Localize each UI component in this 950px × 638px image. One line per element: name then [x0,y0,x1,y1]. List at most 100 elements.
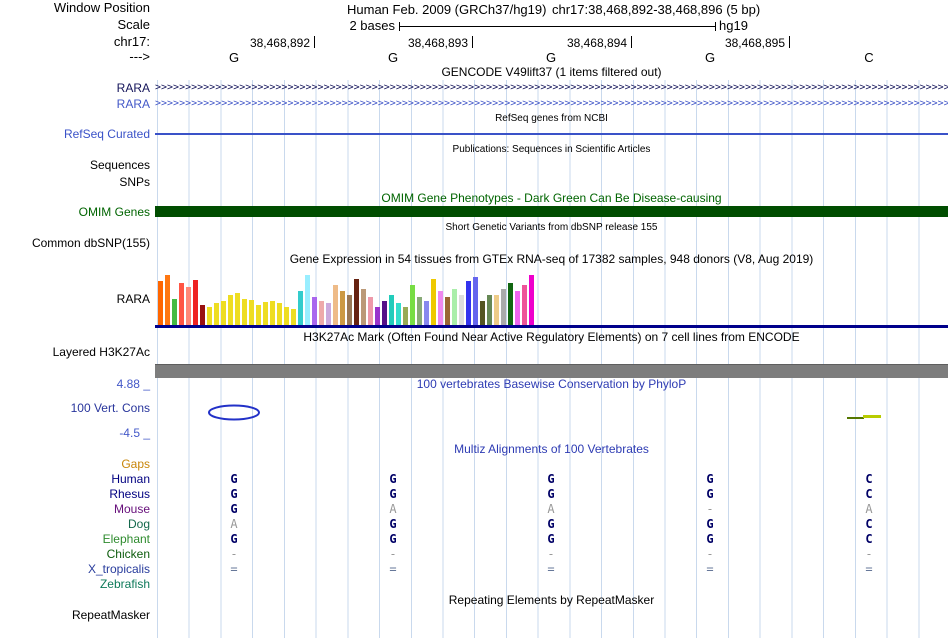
refseq-title[interactable]: RefSeq genes from NCBI [155,113,948,125]
phylop-title[interactable]: 100 vertebrates Basewise Conservation by… [155,377,948,391]
gtex-bar[interactable] [410,285,415,325]
gtex-bar[interactable] [270,301,275,325]
gtex-bar[interactable] [214,303,219,325]
gtex-bar[interactable] [186,287,191,325]
gtex-bar[interactable] [291,309,296,325]
gtex-bar[interactable] [354,279,359,325]
gtex-bar[interactable] [200,305,205,325]
gtex-bar[interactable] [277,303,282,325]
gtex-bar[interactable] [319,301,324,325]
alignment-cell: = [547,562,555,576]
assembly-title: Human Feb. 2009 (GRCh37/hg19) [347,2,547,17]
gtex-bar[interactable] [403,307,408,325]
gencode-item-label[interactable]: RARA [0,97,150,111]
species-label-human[interactable]: Human [0,472,150,486]
species-label-mouse[interactable]: Mouse [0,502,150,516]
repeatmasker-title[interactable]: Repeating Elements by RepeatMasker [155,593,948,607]
gtex-bar[interactable] [256,305,261,325]
alignment-cell: G [389,472,397,486]
gencode-title[interactable]: GENCODE V49lift37 (1 items filtered out) [155,65,948,79]
gtex-bar[interactable] [312,297,317,325]
gtex-bar[interactable] [515,291,520,325]
species-label-gaps[interactable]: Gaps [0,457,150,471]
gtex-bar[interactable] [473,277,478,325]
gtex-bar[interactable] [396,303,401,325]
gtex-bar[interactable] [326,303,331,325]
gencode-item-label[interactable]: RARA [0,81,150,95]
gtex-bar[interactable] [529,275,534,325]
species-label-zebrafish[interactable]: Zebrafish [0,577,150,591]
gtex-bar[interactable] [424,301,429,325]
h3k27ac-label[interactable]: Layered H3K27Ac [0,345,150,359]
refseq-gene-item[interactable] [155,133,948,135]
gtex-bar[interactable] [172,299,177,325]
gtex-bar[interactable] [193,280,198,325]
gtex-bar[interactable] [347,295,352,325]
gtex-bar[interactable] [480,301,485,325]
species-label-dog[interactable]: Dog [0,517,150,531]
publications-title[interactable]: Publications: Sequences in Scientific Ar… [155,144,948,156]
omim-genes-label[interactable]: OMIM Genes [0,205,150,219]
gtex-bar[interactable] [466,281,471,325]
gtex-bar[interactable] [417,297,422,325]
gtex-bar[interactable] [431,279,436,325]
gtex-bar[interactable] [368,297,373,325]
conservation-mark [847,417,864,419]
dbsnp-title[interactable]: Short Genetic Variants from dbSNP releas… [155,222,948,234]
gtex-bar[interactable] [179,283,184,325]
omim-gene-item[interactable] [155,206,948,217]
species-label-rhesus[interactable]: Rhesus [0,487,150,501]
gtex-bar[interactable] [340,291,345,325]
gtex-bar[interactable] [361,289,366,325]
alignment-cell: A [865,502,873,516]
gtex-bar[interactable] [508,283,513,325]
h3k27ac-signal-bar[interactable] [155,364,948,378]
alignment-cell: G [230,472,238,486]
gtex-bar[interactable] [382,301,387,325]
gtex-bar[interactable] [501,289,506,325]
gtex-bar[interactable] [158,281,163,325]
gtex-bar[interactable] [305,275,310,325]
alignment-cell: = [706,562,714,576]
gtex-bar[interactable] [487,295,492,325]
dbsnp-label[interactable]: Common dbSNP(155) [0,236,150,250]
alignment-cell: G [230,487,238,501]
gtex-bar[interactable] [228,295,233,325]
coordinate-label: 38,468,893 [407,36,468,50]
omim-title[interactable]: OMIM Gene Phenotypes - Dark Green Can Be… [155,191,948,205]
gtex-bar[interactable] [207,307,212,325]
species-label-x_tropicalis[interactable]: X_tropicalis [0,562,150,576]
gtex-bar[interactable] [333,285,338,325]
gtex-bar[interactable] [494,295,499,325]
repeatmasker-label[interactable]: RepeatMasker [0,608,150,622]
gtex-bar[interactable] [165,275,170,325]
gtex-bar[interactable] [298,291,303,325]
conservation-scribble-icon [208,404,260,421]
species-label-elephant[interactable]: Elephant [0,532,150,546]
species-label-chicken[interactable]: Chicken [0,547,150,561]
multiz-title[interactable]: Multiz Alignments of 100 Vertebrates [155,442,948,456]
gtex-bar[interactable] [459,295,464,325]
h3k27ac-title[interactable]: H3K27Ac Mark (Often Found Near Active Re… [155,330,948,344]
gtex-bar[interactable] [389,295,394,325]
refseq-curated-label[interactable]: RefSeq Curated [0,127,150,141]
gtex-bar[interactable] [263,302,268,325]
gtex-bar[interactable] [242,299,247,325]
gtex-bar[interactable] [221,301,226,325]
phylop-track-label[interactable]: 100 Vert. Cons [0,401,150,415]
gencode-item-arrows[interactable]: >>>>>>>>>>>>>>>>>>>>>>>>>>>>>>>>>>>>>>>>… [155,98,948,109]
gtex-bar[interactable] [445,297,450,325]
gtex-bar[interactable] [284,307,289,325]
gtex-bar[interactable] [235,293,240,325]
alignment-cell: G [389,517,397,531]
gtex-bar[interactable] [522,285,527,325]
gtex-bar[interactable] [249,300,254,325]
gencode-item-arrows[interactable]: >>>>>>>>>>>>>>>>>>>>>>>>>>>>>>>>>>>>>>>>… [155,82,948,93]
snps-label[interactable]: SNPs [0,175,150,189]
gtex-title[interactable]: Gene Expression in 54 tissues from GTEx … [155,252,948,266]
gtex-bar[interactable] [438,291,443,325]
gtex-bar[interactable] [375,307,380,325]
gtex-bar[interactable] [452,289,457,325]
sequences-label[interactable]: Sequences [0,158,150,172]
gtex-gene-label[interactable]: RARA [0,292,150,306]
